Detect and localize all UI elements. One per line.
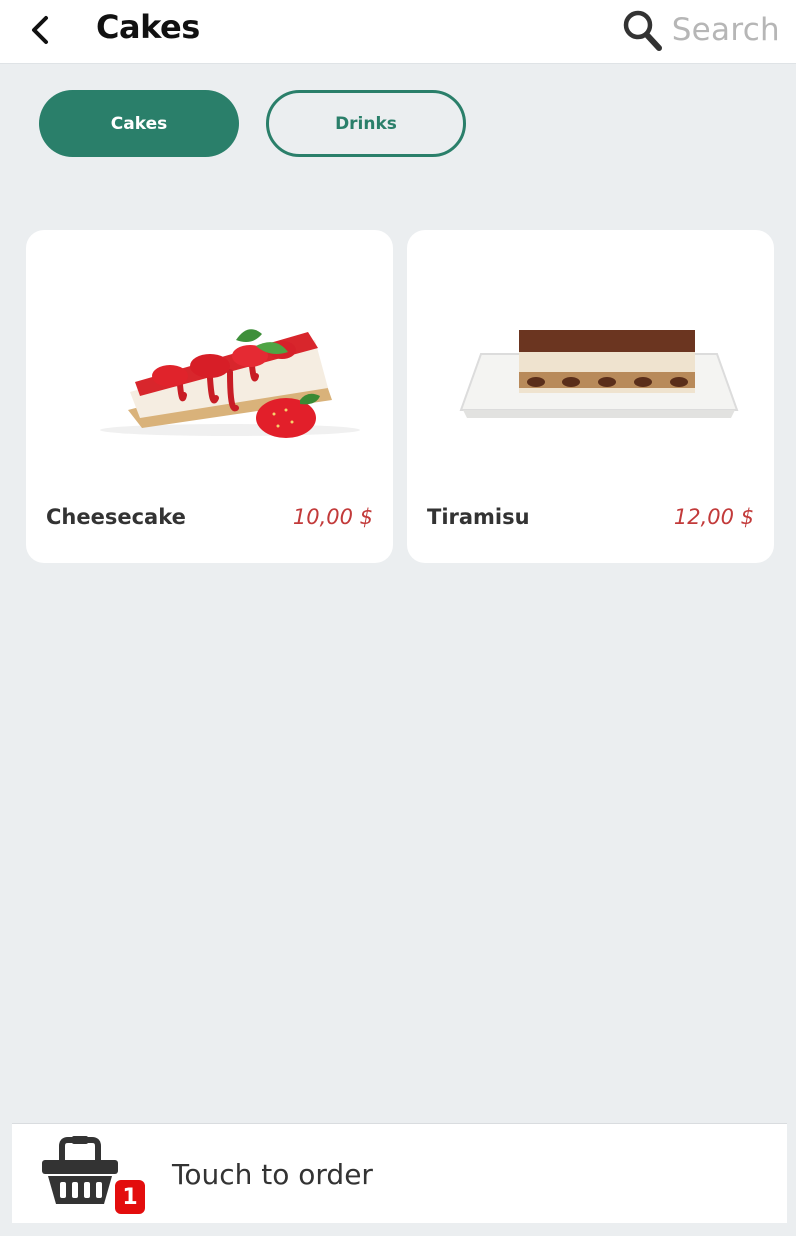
page-title: Cakes xyxy=(96,8,200,46)
tab-cakes[interactable]: Cakes xyxy=(39,90,239,157)
search-icon xyxy=(623,10,662,51)
basket-icon xyxy=(42,1136,118,1204)
back-button[interactable] xyxy=(18,8,62,52)
app-header: Cakes Search xyxy=(0,0,796,64)
tab-drinks[interactable]: Drinks xyxy=(266,90,466,157)
page: Cakes Search Cakes Drinks Cheesecake 10,… xyxy=(0,0,796,1236)
product-card-tiramisu[interactable]: Tiramisu 12,00 $ xyxy=(407,230,774,563)
cheesecake-image xyxy=(26,260,393,490)
product-card-cheesecake[interactable]: Cheesecake 10,00 $ xyxy=(26,230,393,563)
tiramisu-image xyxy=(407,260,774,490)
product-price: 12,00 $ xyxy=(673,505,754,529)
order-label: Touch to order xyxy=(172,1158,373,1191)
product-price: 10,00 $ xyxy=(292,505,373,529)
product-name: Tiramisu xyxy=(427,505,530,529)
product-name: Cheesecake xyxy=(46,505,186,529)
chevron-left-icon xyxy=(32,16,48,44)
cart-count-badge: 1 xyxy=(115,1180,145,1214)
order-bar[interactable]: 1 Touch to order xyxy=(12,1123,787,1223)
search-placeholder: Search xyxy=(671,12,780,48)
search-field[interactable]: Search xyxy=(622,2,780,58)
